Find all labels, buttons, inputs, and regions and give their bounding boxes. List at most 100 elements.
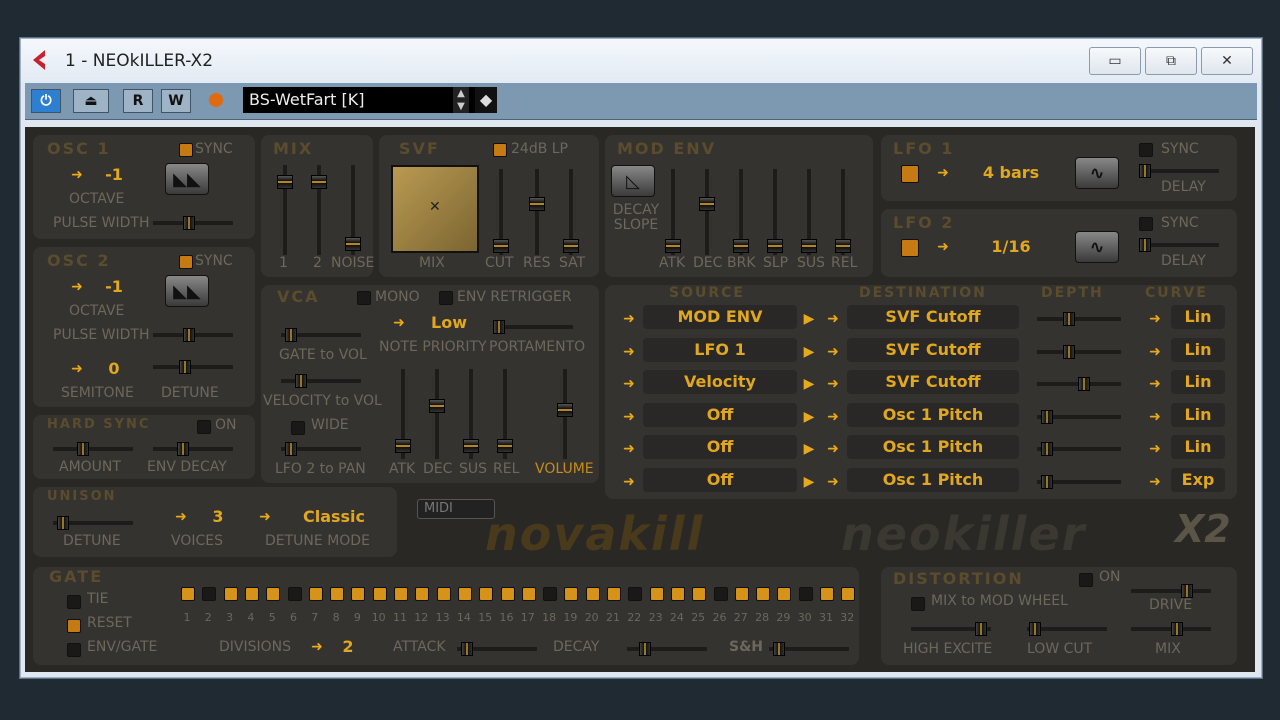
gate-decay-slider[interactable]: [627, 642, 707, 656]
gate-step[interactable]: [244, 587, 259, 601]
matrix-source-arrow-icon[interactable]: ➜: [621, 311, 637, 327]
distortion-mix-slider[interactable]: [1131, 622, 1211, 636]
gate-tie-led[interactable]: [67, 595, 81, 609]
decay-slope-icon[interactable]: ◺: [611, 165, 655, 197]
gate-step[interactable]: [692, 587, 707, 601]
vca-mono-led[interactable]: [357, 291, 371, 305]
gate-step[interactable]: [457, 587, 472, 601]
gate-step[interactable]: [351, 587, 366, 601]
osc2-octave-value[interactable]: -1: [99, 277, 129, 296]
title-bar[interactable]: 1 - NEOkILLER-X2 ▭ ⧉ ✕: [21, 39, 1261, 83]
vca-sus-fader[interactable]: [463, 369, 479, 459]
osc2-pw-slider[interactable]: [153, 328, 233, 342]
gate-step[interactable]: [266, 587, 281, 601]
vca-dec-fader[interactable]: [429, 369, 445, 459]
mix-osc1-fader[interactable]: [277, 165, 293, 255]
gate-step[interactable]: [287, 587, 302, 601]
gate-step[interactable]: [756, 587, 771, 601]
svf-sat-fader[interactable]: [563, 169, 579, 255]
svf-res-fader[interactable]: [529, 169, 545, 255]
vca-volume-fader[interactable]: [557, 369, 573, 459]
matrix-dest-arrow-icon[interactable]: ➜: [825, 474, 841, 490]
osc2-semitone-value[interactable]: 0: [99, 359, 129, 378]
unison-voices-arrow-icon[interactable]: ➜: [173, 509, 189, 525]
gate-step[interactable]: [777, 587, 792, 601]
gate-step[interactable]: [223, 587, 238, 601]
matrix-source-arrow-icon[interactable]: ➜: [621, 409, 637, 425]
matrix-curve-value[interactable]: Lin: [1171, 405, 1225, 424]
matrix-source-value[interactable]: Off: [643, 437, 797, 456]
matrix-dest-arrow-icon[interactable]: ➜: [825, 441, 841, 457]
lfo1-rate-value[interactable]: 4 bars: [965, 163, 1057, 182]
matrix-dest-arrow-icon[interactable]: ➜: [825, 409, 841, 425]
matrix-source-value[interactable]: Off: [643, 470, 797, 489]
lfo2-rate-value[interactable]: 1/16: [965, 237, 1057, 256]
matrix-depth-slider[interactable]: [1037, 474, 1121, 489]
write-automation-button[interactable]: W: [161, 89, 191, 113]
vca-gate-to-vol-slider[interactable]: [281, 328, 361, 342]
svf-cut-fader[interactable]: [493, 169, 509, 255]
matrix-source-value[interactable]: MOD ENV: [643, 307, 797, 326]
vca-env-retrigger-led[interactable]: [439, 291, 453, 305]
gate-step[interactable]: [564, 587, 579, 601]
mix-osc2-fader[interactable]: [311, 165, 327, 255]
svf-mode-led[interactable]: [493, 143, 507, 157]
osc2-sync-led[interactable]: [179, 255, 193, 269]
lfo2-rate-arrow-icon[interactable]: ➜: [935, 239, 951, 255]
gate-step[interactable]: [415, 587, 430, 601]
matrix-depth-knob[interactable]: [1040, 409, 1053, 424]
unison-voices-value[interactable]: 3: [203, 507, 233, 526]
matrix-dest-arrow-icon[interactable]: ➜: [825, 376, 841, 392]
gate-step[interactable]: [670, 587, 685, 601]
vca-velocity-to-vol-slider[interactable]: [281, 374, 361, 388]
matrix-dest-value[interactable]: SVF Cutoff: [847, 307, 1019, 326]
gate-step[interactable]: [734, 587, 749, 601]
matrix-dest-value[interactable]: Osc 1 Pitch: [847, 437, 1019, 456]
matrix-depth-slider[interactable]: [1037, 344, 1121, 359]
gate-step[interactable]: [308, 587, 323, 601]
hardsync-on-led[interactable]: [197, 420, 211, 434]
gate-step[interactable]: [798, 587, 813, 601]
minimize-button[interactable]: ▭: [1089, 47, 1141, 75]
matrix-dest-value[interactable]: SVF Cutoff: [847, 372, 1019, 391]
distortion-excite-slider[interactable]: [911, 622, 991, 636]
modenv-brk-fader[interactable]: [733, 169, 749, 255]
osc2-octave-arrow-icon[interactable]: ➜: [69, 279, 85, 295]
matrix-depth-knob[interactable]: [1077, 377, 1090, 391]
matrix-depth-slider[interactable]: [1037, 409, 1121, 424]
matrix-dest-arrow-icon[interactable]: ➜: [825, 311, 841, 327]
distortion-lowcut-slider[interactable]: [1027, 622, 1107, 636]
matrix-depth-knob[interactable]: [1040, 442, 1053, 456]
gate-envgate-led[interactable]: [67, 643, 81, 657]
osc2-semitone-arrow-icon[interactable]: ➜: [69, 361, 85, 377]
matrix-curve-value[interactable]: Lin: [1171, 437, 1225, 456]
svf-mix-xy-pad[interactable]: ✕: [391, 165, 479, 253]
gate-step[interactable]: [841, 587, 856, 601]
modenv-sus-fader[interactable]: [801, 169, 817, 255]
osc1-pw-slider[interactable]: [153, 216, 233, 230]
modenv-dec-fader[interactable]: [699, 169, 715, 255]
maximize-button[interactable]: ⧉: [1145, 47, 1197, 75]
matrix-curve-arrow-icon[interactable]: ➜: [1147, 441, 1163, 457]
matrix-source-arrow-icon[interactable]: ➜: [621, 441, 637, 457]
matrix-depth-knob[interactable]: [1062, 344, 1075, 359]
matrix-curve-value[interactable]: Lin: [1171, 340, 1225, 359]
osc2-detune-slider[interactable]: [153, 360, 233, 374]
vca-portamento-slider[interactable]: [493, 320, 573, 334]
matrix-curve-value[interactable]: Lin: [1171, 307, 1225, 326]
mix-noise-fader[interactable]: [345, 165, 361, 255]
matrix-dest-value[interactable]: Osc 1 Pitch: [847, 405, 1019, 424]
vca-atk-fader[interactable]: [395, 369, 411, 459]
gate-step[interactable]: [181, 587, 195, 601]
matrix-source-value[interactable]: LFO 1: [643, 340, 797, 359]
unison-mode-value[interactable]: Classic: [289, 507, 379, 526]
midi-button[interactable]: MIDI: [417, 499, 495, 519]
matrix-curve-arrow-icon[interactable]: ➜: [1147, 474, 1163, 490]
matrix-source-arrow-icon[interactable]: ➜: [621, 344, 637, 360]
gate-step[interactable]: [820, 587, 834, 601]
osc1-saw-wave-icon[interactable]: ◣◣: [165, 163, 209, 195]
matrix-source-value[interactable]: Velocity: [643, 372, 797, 391]
lfo1-rate-arrow-icon[interactable]: ➜: [935, 165, 951, 181]
matrix-curve-arrow-icon[interactable]: ➜: [1147, 409, 1163, 425]
gate-step[interactable]: [479, 587, 494, 601]
